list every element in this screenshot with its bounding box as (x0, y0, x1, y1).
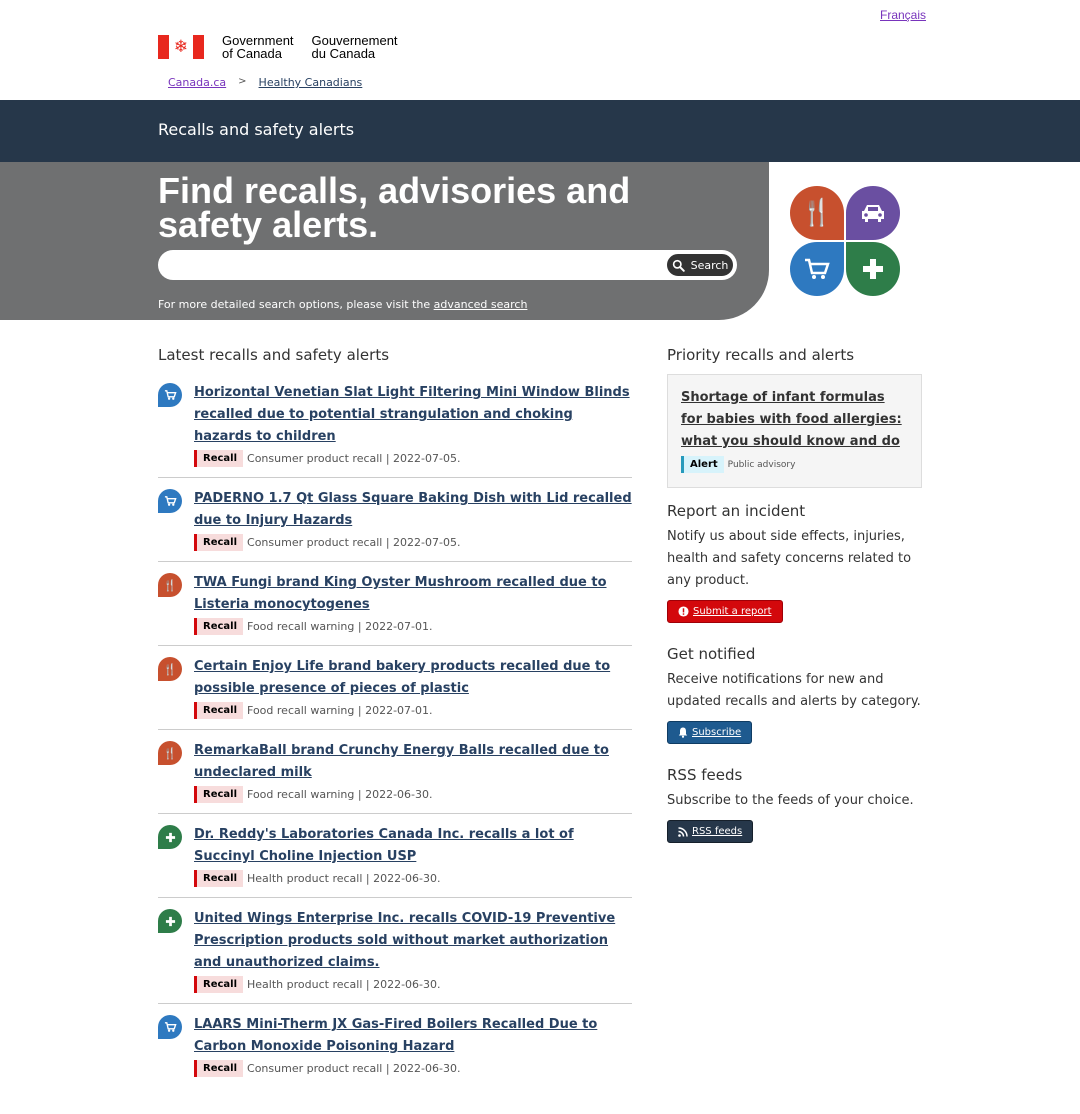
search-button[interactable]: Search (665, 252, 735, 278)
recall-meta: Recall Food recall warning | 2022-07-01. (194, 618, 632, 635)
food-category-icon[interactable]: 🍴 (790, 186, 844, 240)
utensils-icon: 🍴 (158, 741, 182, 765)
hero-banner: Find recalls, advisories and safety aler… (0, 162, 769, 320)
recall-tag: Recall (194, 618, 244, 635)
cart-icon (158, 489, 182, 513)
advanced-search-link[interactable]: advanced search (434, 298, 528, 311)
recall-category-date: Health product recall | 2022-06-30. (247, 872, 441, 885)
canada-flag-icon: ❄ (158, 35, 204, 59)
signature-french: Gouvernement du Canada (311, 33, 398, 61)
utensils-icon: 🍴 (158, 657, 182, 681)
report-incident-section: Report an incident Notify us about side … (667, 502, 922, 623)
vehicle-category-icon[interactable] (846, 186, 900, 240)
recall-meta: Recall Health product recall | 2022-06-30… (194, 870, 632, 887)
recall-title-link[interactable]: LAARS Mini-Therm JX Gas-Fired Boilers Re… (194, 1014, 632, 1058)
rss-section: RSS feeds Subscribe to the feeds of your… (667, 766, 922, 843)
plus-icon (158, 825, 182, 849)
search-input[interactable]: Search (158, 250, 737, 280)
recall-meta: Recall Consumer product recall | 2022-07-… (194, 450, 632, 467)
recall-title-link[interactable]: Horizontal Venetian Slat Light Filtering… (194, 382, 632, 448)
notify-text: Receive notifications for new and update… (667, 672, 921, 709)
submit-report-button[interactable]: Submit a report (667, 600, 783, 623)
plus-icon (158, 909, 182, 933)
recall-category-date: Consumer product recall | 2022-07-05. (247, 452, 461, 465)
alert-meta: Public advisory (727, 459, 796, 470)
utensils-icon: 🍴 (158, 573, 182, 597)
alert-tag: Alert (681, 456, 724, 473)
site-title-bar: Recalls and safety alerts (0, 100, 1080, 162)
recall-title-link[interactable]: Certain Enjoy Life brand bakery products… (194, 656, 632, 700)
consumer-product-category-icon[interactable] (790, 242, 844, 296)
government-of-canada-signature[interactable]: ❄ Government of Canada Gouvernement du Can… (158, 34, 398, 60)
recall-list-item: Dr. Reddy's Laboratories Canada Inc. rec… (158, 824, 632, 898)
recall-title-link[interactable]: Dr. Reddy's Laboratories Canada Inc. rec… (194, 824, 632, 868)
recall-meta: Recall Health product recall | 2022-06-30… (194, 976, 632, 993)
recall-category-date: Consumer product recall | 2022-06-30. (247, 1062, 461, 1075)
recall-category-date: Health product recall | 2022-06-30. (247, 978, 441, 991)
report-heading: Report an incident (667, 502, 806, 520)
recall-tag: Recall (194, 534, 244, 551)
recall-category-date: Food recall warning | 2022-07-01. (247, 704, 433, 717)
priority-alert-link[interactable]: Shortage of infant formulas for babies w… (681, 387, 908, 453)
notify-heading: Get notified (667, 645, 756, 663)
breadcrumb-link-healthy-canadians[interactable]: Healthy Canadians (259, 76, 363, 89)
recall-tag: Recall (194, 786, 244, 803)
report-text: Notify us about side effects, injuries, … (667, 529, 912, 588)
recall-meta: Recall Consumer product recall | 2022-07-… (194, 534, 632, 551)
signature-english: Government of Canada (222, 33, 294, 61)
recall-tag: Recall (194, 1060, 244, 1077)
recall-title-link[interactable]: PADERNO 1.7 Qt Glass Square Baking Dish … (194, 488, 632, 532)
recall-list-item: Horizontal Venetian Slat Light Filtering… (158, 382, 632, 478)
latest-recalls-heading: Latest recalls and safety alerts (158, 346, 390, 364)
cart-icon (158, 383, 182, 407)
recall-category-date: Food recall warning | 2022-06-30. (247, 788, 433, 801)
advanced-search-note: For more detailed search options, please… (158, 298, 528, 311)
recall-meta: Recall Food recall warning | 2022-06-30. (194, 786, 632, 803)
recall-list-item: 🍴 TWA Fungi brand King Oyster Mushroom re… (158, 572, 632, 646)
rss-text: Subscribe to the feeds of your choice. (667, 793, 914, 808)
site-title[interactable]: Recalls and safety alerts (158, 120, 354, 139)
recall-title-link[interactable]: RemarkaBall brand Crunchy Energy Balls r… (194, 740, 632, 784)
bell-icon (678, 727, 688, 738)
health-product-category-icon[interactable] (846, 242, 900, 296)
recall-tag: Recall (194, 702, 244, 719)
recall-category-date: Food recall warning | 2022-07-01. (247, 620, 433, 633)
sidebar: Priority recalls and alerts Shortage of … (667, 346, 922, 843)
hero-heading: Find recalls, advisories and safety aler… (158, 170, 631, 245)
recall-tag: Recall (194, 450, 244, 467)
recall-list-item: United Wings Enterprise Inc. recalls COV… (158, 908, 632, 1004)
latest-recalls-list: Horizontal Venetian Slat Light Filtering… (158, 382, 632, 1097)
rss-heading: RSS feeds (667, 766, 743, 784)
recall-category-date: Consumer product recall | 2022-07-05. (247, 536, 461, 549)
rss-icon (678, 826, 688, 837)
recall-title-link[interactable]: TWA Fungi brand King Oyster Mushroom rec… (194, 572, 632, 616)
recall-list-item: 🍴 RemarkaBall brand Crunchy Energy Balls … (158, 740, 632, 814)
language-toggle-link[interactable]: Français (880, 8, 926, 22)
recall-title-link[interactable]: United Wings Enterprise Inc. recalls COV… (194, 908, 632, 974)
rss-feeds-button[interactable]: RSS feeds (667, 820, 754, 843)
breadcrumb: Canada.ca > Healthy Canadians (168, 76, 362, 89)
priority-alert-card: Shortage of infant formulas for babies w… (667, 374, 922, 488)
search-icon (672, 259, 685, 272)
recall-tag: Recall (194, 870, 244, 887)
recall-list-item: 🍴 Certain Enjoy Life brand bakery product… (158, 656, 632, 730)
subscribe-button[interactable]: Subscribe (667, 721, 753, 744)
recall-list-item: PADERNO 1.7 Qt Glass Square Baking Dish … (158, 488, 632, 562)
exclamation-circle-icon (678, 606, 689, 617)
get-notified-section: Get notified Receive notifications for n… (667, 645, 922, 744)
priority-heading: Priority recalls and alerts (667, 346, 855, 364)
breadcrumb-separator: > (238, 76, 247, 87)
recall-tag: Recall (194, 976, 244, 993)
category-icons: 🍴 (790, 186, 902, 298)
cart-icon (158, 1015, 182, 1039)
breadcrumb-link-canada[interactable]: Canada.ca (168, 76, 226, 89)
recall-list-item: LAARS Mini-Therm JX Gas-Fired Boilers Re… (158, 1014, 632, 1087)
recall-meta: Recall Food recall warning | 2022-07-01. (194, 702, 632, 719)
recall-meta: Recall Consumer product recall | 2022-06-… (194, 1060, 632, 1077)
